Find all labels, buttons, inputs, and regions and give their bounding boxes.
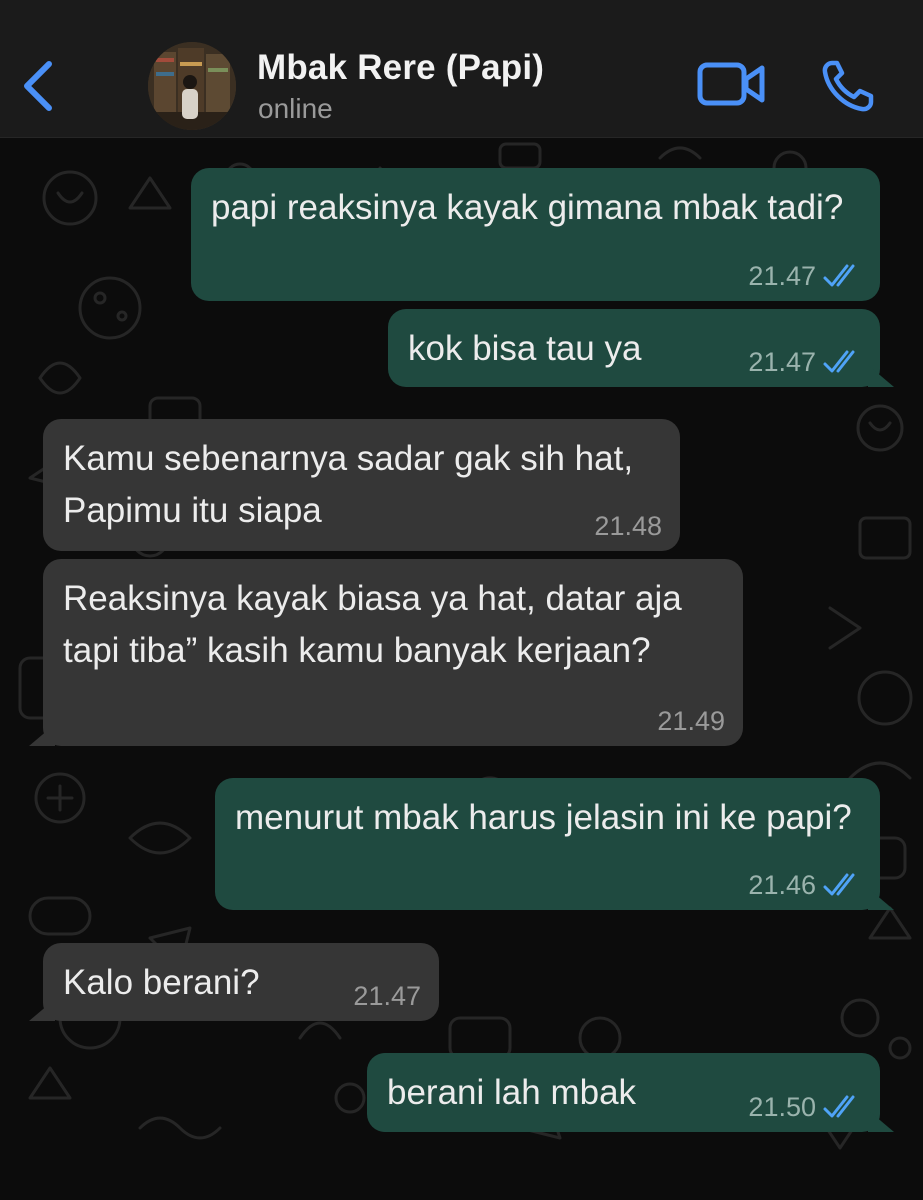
video-call-button[interactable]	[696, 60, 768, 110]
contact-photo	[148, 42, 236, 130]
message-text: papi reaksinya kayak gimana mbak tadi?	[211, 188, 844, 227]
read-receipt-icon	[823, 873, 855, 896]
message-meta: 21.49	[657, 706, 725, 736]
message-bubble[interactable]: Kalo berani? 21.47	[29, 943, 439, 1021]
chat-header: Mbak Rere (Papi) online	[0, 0, 923, 138]
contact-name[interactable]: Mbak Rere (Papi)	[257, 48, 544, 88]
message-text: Kamu sebenarnya sadar gak sih hat, Papim…	[63, 439, 634, 530]
message-time: 21.47	[748, 261, 816, 291]
message-bubble[interactable]: papi reaksinya kayak gimana mbak tadi? 2…	[191, 168, 880, 301]
message-time: 21.49	[657, 706, 725, 736]
message-meta: 21.47	[748, 261, 862, 291]
phone-icon	[822, 60, 874, 112]
contact-status: online	[258, 93, 333, 124]
back-button[interactable]	[18, 58, 58, 114]
message-time: 21.48	[594, 511, 662, 541]
chat-area[interactable]: papi reaksinya kayak gimana mbak tadi? 2…	[0, 138, 923, 1200]
message-time: 21.47	[353, 981, 421, 1011]
avatar[interactable]	[148, 42, 236, 130]
message-bubble[interactable]: berani lah mbak 21.50	[367, 1053, 894, 1132]
message-text: Reaksinya kayak biasa ya hat, datar aja …	[63, 579, 682, 670]
message-bubble[interactable]: kok bisa tau ya 21.47	[388, 309, 894, 387]
video-camera-icon	[697, 62, 765, 106]
voice-call-button[interactable]	[820, 58, 878, 114]
message-meta: 21.50	[748, 1092, 862, 1122]
message-time: 21.46	[748, 870, 816, 900]
chevron-left-icon	[24, 61, 52, 111]
message-time: 21.50	[748, 1092, 816, 1122]
message-bubble[interactable]: Kamu sebenarnya sadar gak sih hat, Papim…	[43, 419, 680, 551]
message-meta: 21.47	[353, 981, 421, 1011]
message-text: menurut mbak harus jelasin ini ke papi?	[235, 798, 852, 837]
message-meta: 21.48	[594, 511, 662, 541]
message-meta: 21.46	[748, 870, 862, 900]
read-receipt-icon	[823, 1095, 855, 1118]
message-bubble[interactable]: Reaksinya kayak biasa ya hat, datar aja …	[29, 559, 743, 746]
read-receipt-icon	[823, 264, 855, 287]
read-receipt-icon	[823, 350, 855, 373]
message-bubble[interactable]: menurut mbak harus jelasin ini ke papi? …	[215, 778, 894, 910]
message-meta: 21.47	[748, 347, 862, 377]
message-time: 21.47	[748, 347, 816, 377]
